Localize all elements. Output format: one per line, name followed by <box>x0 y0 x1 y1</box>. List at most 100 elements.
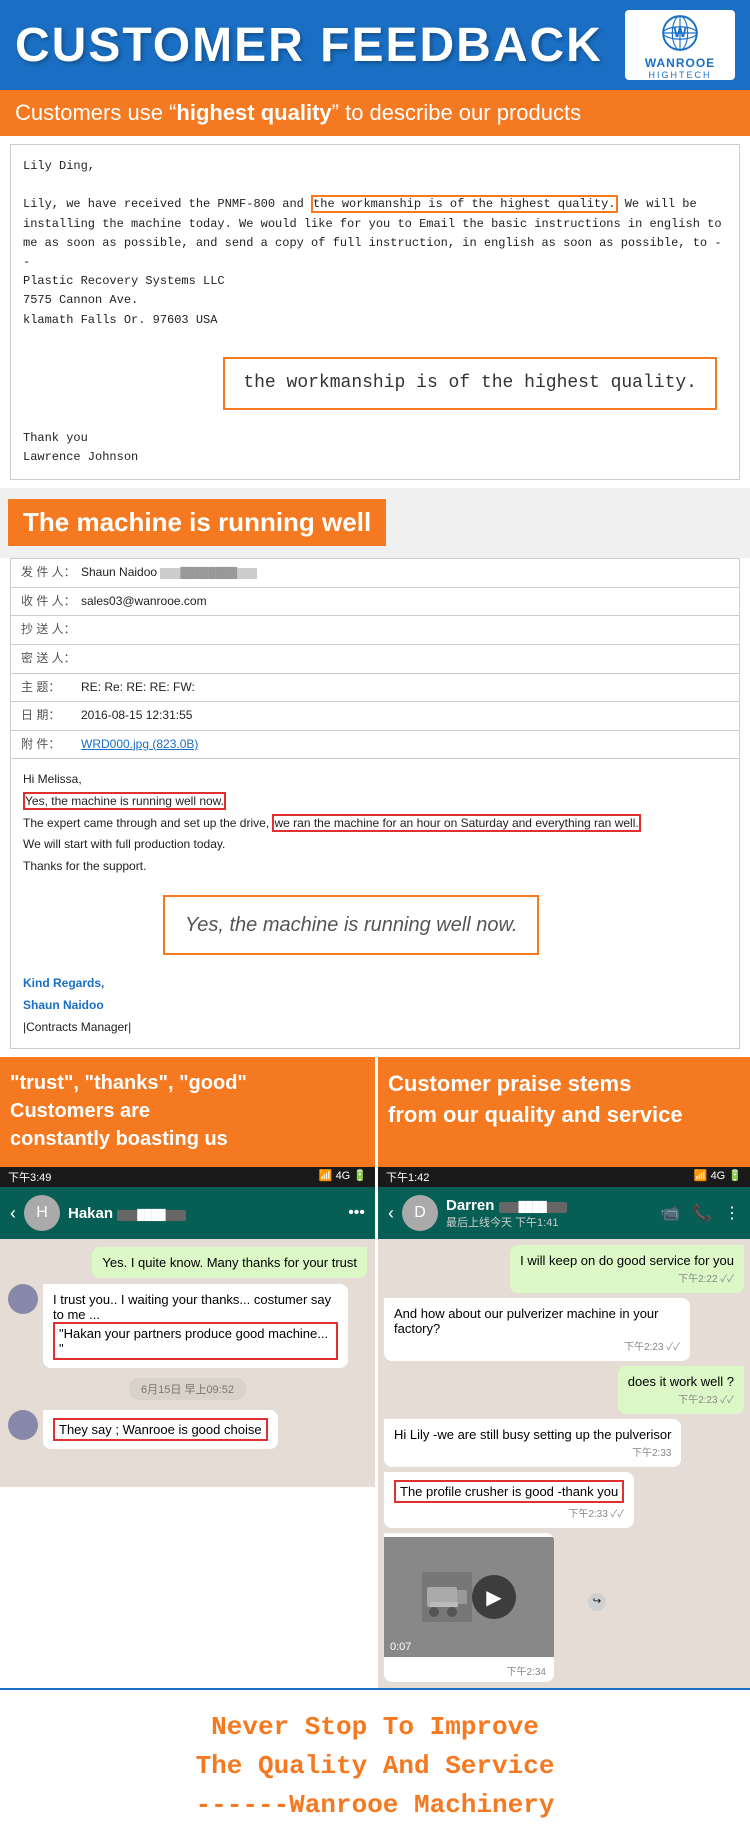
chat-right-icons[interactable]: 📹 📞 ⋮ <box>660 1203 740 1223</box>
forward-icon[interactable]: ↪ <box>588 1593 606 1611</box>
footer-line3: ------Wanrooe Machinery <box>196 1790 555 1820</box>
chat-right-msg-4-time: 下午2:33 <box>394 1444 671 1459</box>
chat-left-icons[interactable]: ••• <box>348 1204 365 1222</box>
email2-subject-value: RE: Re: RE: RE: FW: <box>81 677 195 699</box>
chat-msg-2: I trust you.. I waiting your thanks... c… <box>43 1284 348 1368</box>
chat-recv-avatar <box>8 1284 38 1314</box>
email2-line2: The expert came through and set up the d… <box>23 813 727 835</box>
back-icon-right[interactable]: ‹ <box>388 1203 394 1224</box>
email-body-1: Lily, we have received the PNMF-800 and … <box>23 195 727 272</box>
col-left-banner-text: "trust", "thanks", "good"Customers areco… <box>10 1072 247 1150</box>
email2-subject-label: 主 题： <box>21 677 81 699</box>
email2-thanks: Thanks for the support. <box>23 856 727 878</box>
email2-subject-row: 主 题： RE: Re: RE: RE: FW: <box>11 674 739 703</box>
footer-line2: The Quality And Service <box>196 1751 555 1781</box>
callout-box-2: Yes, the machine is running well now. <box>163 895 539 955</box>
email2-from-label: 发 件 人： <box>21 562 81 584</box>
col-right-banner: Customer praise stemsfrom our quality an… <box>378 1057 750 1167</box>
msg-2-highlight: "Hakan your partners produce good machin… <box>53 1322 338 1360</box>
chat-left-avatar: H <box>24 1195 60 1231</box>
col-left: "trust", "thanks", "good"Customers areco… <box>0 1057 375 1688</box>
chat-recv-avatar-2 <box>8 1410 38 1440</box>
machinery-graphic <box>422 1572 472 1622</box>
col-left-banner: "trust", "thanks", "good"Customers areco… <box>0 1057 375 1167</box>
menu-icon[interactable]: ⋮ <box>724 1203 740 1223</box>
chat-right-msg-4-text: Hi Lily -we are still busy setting up th… <box>394 1427 671 1442</box>
video-message-wrapper: ▶ 0:07 下午2:34 ↪ <box>384 1533 584 1682</box>
logo-globe-icon: W <box>655 10 705 56</box>
email-card-1: Lily Ding, Lily, we have received the PN… <box>10 144 740 480</box>
back-icon[interactable]: ‹ <box>10 1203 16 1224</box>
two-col-section: "trust", "thanks", "good"Customers areco… <box>0 1057 750 1688</box>
date-divider-1: 6月15日 早上09:52 <box>129 1378 246 1400</box>
email2-attach-label: 附 件： <box>21 734 81 756</box>
chat-right-lastseen: 最后上线今天 下午1:41 <box>446 1214 567 1230</box>
email2-from-value: Shaun Naidoo ████████ <box>81 562 257 584</box>
chat-right-msg-5-highlight: The profile crusher is good -thank you <box>394 1480 624 1503</box>
chat-msg-1: Yes. I quite know. Many thanks for your … <box>92 1247 367 1278</box>
email-company: Plastic Recovery Systems LLC <box>23 272 727 291</box>
chat-left-header: ‹ H Hakan ████ ••• <box>0 1187 375 1239</box>
logo-sub: HIGHTECH <box>649 70 712 80</box>
chat-right-signal: 📶 4G 🔋 <box>694 1169 742 1185</box>
header: CUSTOMER FEEDBACK W WANROOE HIGHTECH <box>0 0 750 90</box>
chat-left-status-bar: 下午3:49 📶 4G 🔋 <box>0 1167 375 1187</box>
callout-text-1: the workmanship is of the highest qualit… <box>223 357 717 410</box>
email2-attach-value: WRD000.jpg (823.0B) <box>81 734 198 756</box>
email-card-2: 发 件 人： Shaun Naidoo ████████ 收 件 人： sale… <box>10 558 740 1049</box>
phone-icon[interactable]: 📞 <box>692 1203 712 1223</box>
email2-bcc-row: 密 送 人： <box>11 645 739 674</box>
chat-left-messages: Yes. I quite know. Many thanks for your … <box>0 1239 375 1457</box>
chat-right-msg-3: does it work well ? 下午2:23 ✓✓ <box>618 1366 744 1414</box>
email2-date-row: 日 期： 2016-08-15 12:31:55 <box>11 702 739 731</box>
section2-banner: The machine is running well <box>8 499 386 546</box>
chat-left-time: 下午3:49 <box>8 1169 51 1185</box>
chat-right-msg-2-time: 下午2:23 ✓✓ <box>394 1338 680 1353</box>
msg-2-text: I trust you.. I waiting your thanks... c… <box>53 1292 338 1360</box>
callout-box-1: the workmanship is of the highest qualit… <box>23 349 727 410</box>
section2-wrapper: The machine is running well <box>0 488 750 558</box>
video-thumb[interactable]: ▶ 0:07 <box>384 1537 554 1657</box>
more-icon[interactable]: ••• <box>348 1204 365 1222</box>
logo: W WANROOE HIGHTECH <box>625 10 735 80</box>
video-time: 下午2:34 <box>507 1663 546 1678</box>
chat-right-name: Darren ████ <box>446 1197 567 1214</box>
chat-right-msg-4: Hi Lily -we are still busy setting up th… <box>384 1419 681 1467</box>
chat-right-msg-3-time: 下午2:23 ✓✓ <box>628 1391 734 1406</box>
email2-sig-name: Shaun Naidoo <box>23 995 727 1017</box>
email-address1: 7575 Cannon Ave. <box>23 291 727 310</box>
chat-left-signal: 📶 4G 🔋 <box>319 1169 367 1185</box>
msg-3-highlight: They say ; Wanrooe is good choise <box>53 1418 268 1441</box>
email-salutation: Lily Ding, <box>23 157 727 176</box>
chat-right-msg-2-text: And how about our pulverizer machine in … <box>394 1306 680 1336</box>
email2-greeting: Hi Melissa, <box>23 769 727 791</box>
email2-to-label: 收 件 人： <box>21 591 81 613</box>
footer-line1: Never Stop To Improve <box>211 1712 539 1742</box>
page-title: CUSTOMER FEEDBACK <box>15 18 603 73</box>
video-message: ▶ 0:07 下午2:34 <box>384 1533 554 1682</box>
email-closing: Thank you <box>23 429 727 448</box>
svg-text:W: W <box>673 25 686 40</box>
video-icon[interactable]: 📹 <box>660 1203 680 1223</box>
chat-right-msg-5-time: 下午2:33 ✓✓ <box>394 1505 624 1520</box>
chat-right-msg-1-text: I will keep on do good service for you <box>520 1253 734 1268</box>
chat-right-status-bar: 下午1:42 📶 4G 🔋 <box>378 1167 750 1187</box>
chat-left-name: Hakan ████ <box>68 1205 186 1222</box>
email2-from-row: 发 件 人： Shaun Naidoo ████████ <box>11 559 739 588</box>
chat-right-header: ‹ D Darren ████ 最后上线今天 下午1:41 📹 📞 ⋮ <box>378 1187 750 1239</box>
play-button[interactable]: ▶ <box>472 1575 516 1619</box>
chat-left: 下午3:49 📶 4G 🔋 ‹ H Hakan ████ ••• Yes. I … <box>0 1167 375 1487</box>
chat-right-msg-1-time: 下午2:22 ✓✓ <box>520 1270 734 1285</box>
email2-date-value: 2016-08-15 12:31:55 <box>81 705 192 727</box>
email2-sig-role: |Contracts Manager| <box>23 1017 727 1039</box>
email-signatory: Lawrence Johnson <box>23 448 727 467</box>
email-address2: klamath Falls Or. 97603 USA <box>23 311 727 330</box>
chat-right-avatar: D <box>402 1195 438 1231</box>
email2-line1: Yes, the machine is running well now. <box>23 791 727 813</box>
chat-msg-3-wrapper: They say ; Wanrooe is good choise <box>8 1410 367 1449</box>
chat-right: 下午1:42 📶 4G 🔋 ‹ D Darren ████ 最后上线今天 下午1… <box>378 1167 750 1688</box>
col-right: Customer praise stemsfrom our quality an… <box>375 1057 750 1688</box>
email2-to-value: sales03@wanrooe.com <box>81 591 207 613</box>
msg-1-text: Yes. I quite know. Many thanks for your … <box>102 1255 357 1270</box>
chat-msg-3: They say ; Wanrooe is good choise <box>43 1410 278 1449</box>
